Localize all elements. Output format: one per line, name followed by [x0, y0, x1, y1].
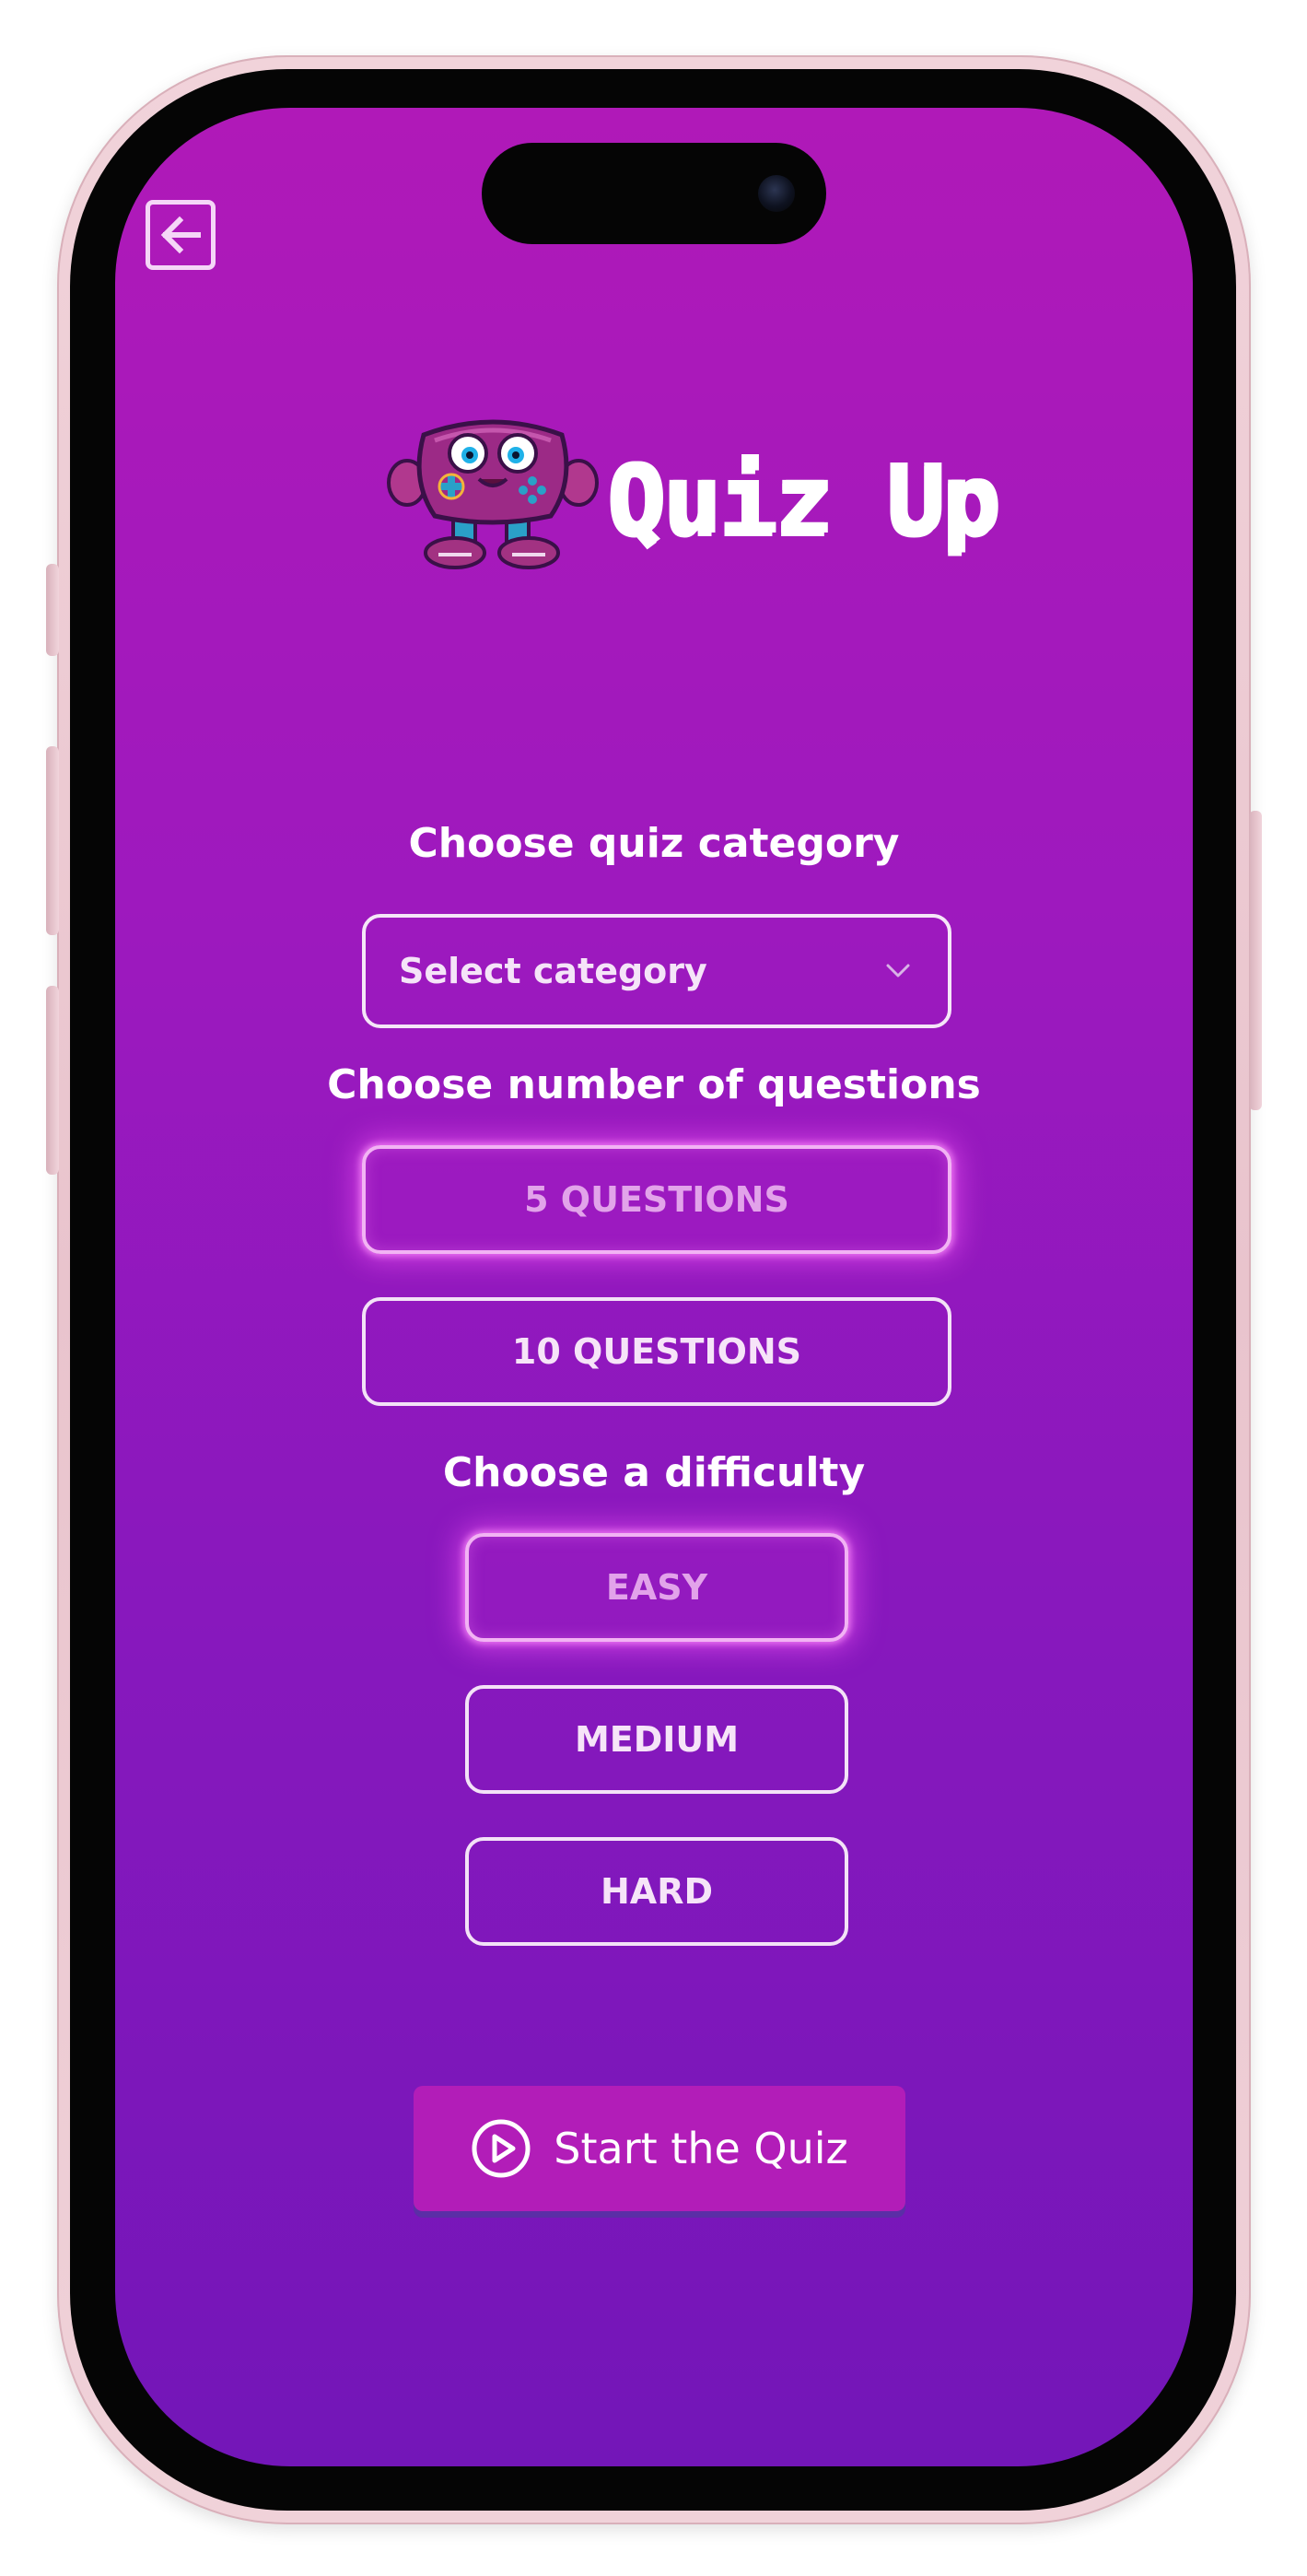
- questions-option-5[interactable]: 5 QUESTIONS: [362, 1145, 951, 1254]
- power-button: [1249, 811, 1262, 1110]
- chevron-down-icon: [886, 964, 910, 978]
- play-circle-icon: [472, 2119, 531, 2178]
- difficulty-label: Choose a difficulty: [442, 1449, 866, 1496]
- difficulty-option-hard[interactable]: HARD: [465, 1837, 848, 1946]
- volume-up-button: [46, 746, 59, 935]
- start-quiz-label: Start the Quiz: [554, 2124, 848, 2173]
- category-select-value: Select category: [399, 951, 707, 991]
- volume-down-button: [46, 986, 59, 1175]
- questions-option-10[interactable]: 10 QUESTIONS: [362, 1297, 951, 1406]
- back-button[interactable]: [146, 200, 216, 270]
- difficulty-option-medium[interactable]: MEDIUM: [465, 1685, 848, 1794]
- start-quiz-button[interactable]: Start the Quiz: [414, 2086, 905, 2211]
- app-logo-text: Quiz Up: [606, 443, 998, 556]
- back-arrow-icon: [160, 216, 201, 254]
- app-logo: Quiz Up: [387, 407, 998, 573]
- camera-icon: [758, 175, 795, 212]
- category-select[interactable]: Select category: [362, 914, 951, 1028]
- gamepad-mascot-icon: [387, 419, 599, 569]
- action-button: [46, 564, 59, 656]
- dynamic-island: [482, 143, 826, 244]
- questions-label: Choose number of questions: [327, 1061, 981, 1108]
- app-screen: Quiz Up Choose quiz category Select cate…: [115, 108, 1193, 2466]
- category-label: Choose quiz category: [408, 820, 900, 867]
- difficulty-option-easy[interactable]: EASY: [465, 1533, 848, 1642]
